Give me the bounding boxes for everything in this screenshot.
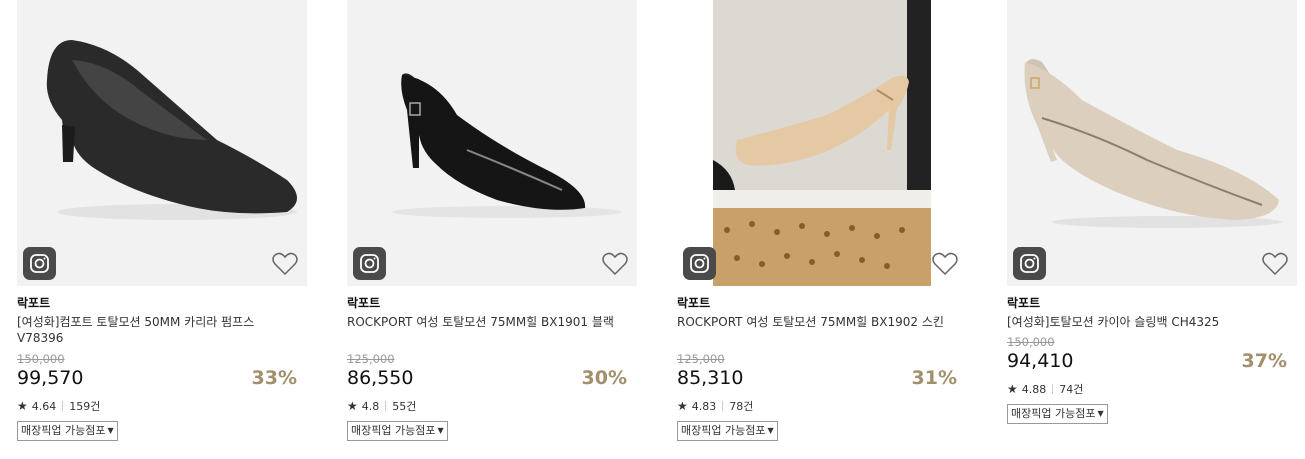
divider (385, 401, 387, 411)
product-image[interactable] (677, 0, 967, 286)
pickup-label: 매장픽업 가능점포 (1011, 407, 1096, 420)
sale-price: 99,570 (17, 367, 84, 389)
store-pickup-dropdown[interactable]: 매장픽업 가능점포 ▼ (677, 421, 778, 441)
product-card[interactable]: 락포트 [여성화]토탈모션 카이아 슬링백 CH4325 150,000 94,… (1007, 0, 1297, 459)
discount-rate: 31% (911, 367, 957, 389)
sale-price: 85,310 (677, 367, 744, 389)
instagram-icon[interactable] (23, 247, 56, 280)
sale-price: 86,550 (347, 367, 414, 389)
product-name[interactable]: ROCKPORT 여성 토탈모션 75MM힐 BX1902 스킨 (677, 314, 947, 330)
product-name[interactable]: ROCKPORT 여성 토탈모션 75MM힐 BX1901 블랙 (347, 314, 617, 330)
brand-name: 락포트 (1007, 296, 1041, 310)
original-price: 125,000 (347, 352, 395, 366)
product-card[interactable]: 락포트 [여성화]컴포트 토탈모션 50MM 카리라 펌프스 V78396 15… (17, 0, 307, 459)
divider (62, 401, 64, 411)
heart-icon[interactable] (1262, 252, 1288, 276)
triangle-down-icon: ▼ (437, 426, 444, 435)
product-image[interactable] (347, 0, 637, 286)
star-icon: ★ (677, 399, 688, 413)
product-name[interactable]: [여성화]토탈모션 카이아 슬링백 CH4325 (1007, 314, 1277, 330)
triangle-down-icon: ▼ (767, 426, 774, 435)
sale-price: 94,410 (1007, 350, 1074, 372)
store-pickup-dropdown[interactable]: 매장픽업 가능점포 ▼ (347, 421, 448, 441)
brand-name: 락포트 (17, 296, 51, 310)
triangle-down-icon: ▼ (107, 426, 114, 435)
discount-rate: 30% (581, 367, 627, 389)
review-count: 159건 (69, 400, 101, 413)
product-grid: 락포트 [여성화]컴포트 토탈모션 50MM 카리라 펌프스 V78396 15… (0, 0, 1305, 459)
instagram-icon[interactable] (353, 247, 386, 280)
star-icon: ★ (347, 399, 358, 413)
instagram-icon[interactable] (1013, 247, 1046, 280)
triangle-down-icon: ▼ (1097, 409, 1104, 418)
original-price: 150,000 (1007, 335, 1055, 349)
product-card[interactable]: 락포트 ROCKPORT 여성 토탈모션 75MM힐 BX1901 블랙 125… (347, 0, 637, 459)
heart-icon[interactable] (272, 252, 298, 276)
pickup-label: 매장픽업 가능점포 (351, 424, 436, 437)
product-image[interactable] (1007, 0, 1297, 286)
rating-value: 4.83 (691, 399, 717, 413)
star-icon: ★ (1007, 382, 1018, 396)
discount-rate: 33% (251, 367, 297, 389)
rating-value: 4.64 (31, 399, 57, 413)
star-icon: ★ (17, 399, 28, 413)
rating-value: 4.8 (361, 399, 380, 413)
pickup-label: 매장픽업 가능점포 (681, 424, 766, 437)
rating-row: ★ 4.83 78건 (677, 398, 753, 414)
review-count: 74건 (1059, 383, 1084, 396)
review-count: 55건 (392, 400, 417, 413)
product-image[interactable] (17, 0, 307, 286)
review-count: 78건 (729, 400, 754, 413)
divider (722, 401, 724, 411)
discount-rate: 37% (1241, 350, 1287, 372)
rating-row: ★ 4.64 159건 (17, 398, 100, 414)
original-price: 150,000 (17, 352, 65, 366)
rating-row: ★ 4.8 55건 (347, 398, 416, 414)
product-name[interactable]: [여성화]컴포트 토탈모션 50MM 카리라 펌프스 V78396 (17, 314, 287, 346)
pickup-label: 매장픽업 가능점포 (21, 424, 106, 437)
store-pickup-dropdown[interactable]: 매장픽업 가능점포 ▼ (17, 421, 118, 441)
heart-icon[interactable] (932, 252, 958, 276)
instagram-icon[interactable] (683, 247, 716, 280)
rating-value: 4.88 (1021, 382, 1047, 396)
brand-name: 락포트 (347, 296, 381, 310)
heart-icon[interactable] (602, 252, 628, 276)
brand-name: 락포트 (677, 296, 711, 310)
original-price: 125,000 (677, 352, 725, 366)
rating-row: ★ 4.88 74건 (1007, 381, 1083, 397)
divider (1052, 384, 1054, 394)
product-card[interactable]: 락포트 ROCKPORT 여성 토탈모션 75MM힐 BX1902 스킨 125… (677, 0, 967, 459)
store-pickup-dropdown[interactable]: 매장픽업 가능점포 ▼ (1007, 404, 1108, 424)
